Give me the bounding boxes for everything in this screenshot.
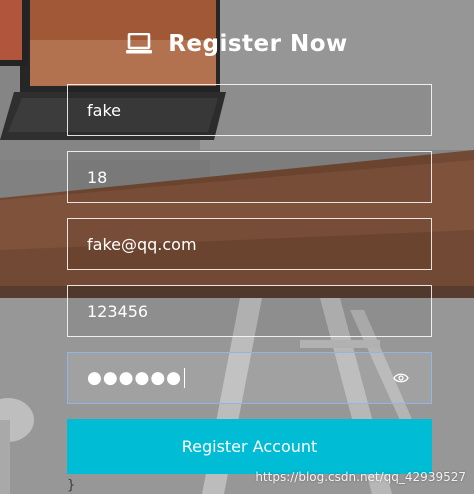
laptop-icon <box>126 33 153 54</box>
text-caret <box>184 368 186 388</box>
age-input[interactable]: 18 <box>67 151 432 203</box>
eye-icon[interactable] <box>393 372 409 384</box>
email-value: fake@qq.com <box>87 234 197 254</box>
register-page: Register Now fake 18 fake@qq.com 123456 … <box>0 0 474 494</box>
password-input[interactable]: 123456 <box>67 285 432 337</box>
confirm-password-masked: ●●●●●● <box>87 368 183 388</box>
name-input[interactable]: fake <box>67 84 432 136</box>
page-title-text: Register Now <box>168 31 348 57</box>
watermark: https://blog.csdn.net/qq_42939527 <box>255 470 466 484</box>
password-value: 123456 <box>87 301 149 321</box>
register-account-button[interactable]: Register Account <box>67 419 432 474</box>
name-value: fake <box>87 100 121 120</box>
page-title: Register Now <box>0 26 474 62</box>
email-input[interactable]: fake@qq.com <box>67 218 432 270</box>
confirm-password-input[interactable]: ●●●●●● <box>67 352 432 404</box>
age-value: 18 <box>87 167 108 187</box>
cropped-glyph: } <box>67 478 76 493</box>
